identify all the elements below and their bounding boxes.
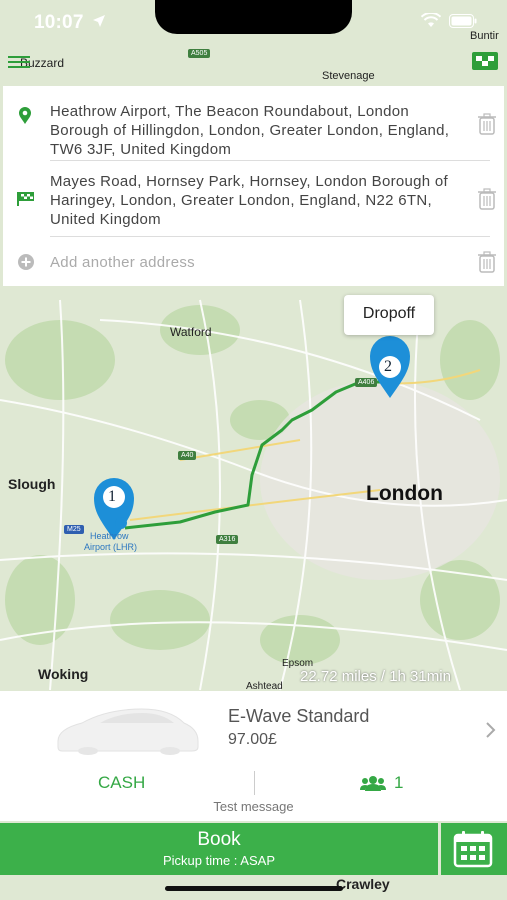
- separator: [50, 160, 490, 161]
- add-address-row[interactable]: Add another address: [3, 244, 504, 280]
- pickup-marker-number: 1: [108, 488, 116, 505]
- dropoff-address-row[interactable]: Mayes Road, Hornsey Park, Hornsey, Londo…: [3, 170, 504, 230]
- map-label-stevenage: Stevenage: [322, 70, 375, 82]
- book-button[interactable]: Book Pickup time : ASAP: [0, 823, 438, 875]
- status-time: 10:07: [34, 12, 84, 33]
- booking-panel: E-Wave Standard 97.00£ CASH 1 Test messa…: [0, 691, 507, 821]
- battery-icon: [449, 13, 477, 28]
- chevron-right-icon[interactable]: [484, 721, 496, 739]
- driver-message[interactable]: Test message: [0, 799, 507, 814]
- car-image: [57, 708, 199, 755]
- road-m25: M25: [64, 525, 84, 534]
- payment-method[interactable]: CASH: [98, 773, 145, 793]
- delete-dropoff-trash-icon[interactable]: [477, 188, 497, 210]
- vehicle-price: 97.00£: [228, 731, 277, 748]
- map-label-watford: Watford: [170, 325, 212, 339]
- location-pin-icon: [19, 107, 31, 124]
- map-label-crawley: Crawley: [336, 876, 390, 892]
- book-button-label: Book: [197, 829, 241, 850]
- pickup-address-row[interactable]: Heathrow Airport, The Beacon Roundabout,…: [3, 94, 504, 158]
- passenger-selector[interactable]: 1: [360, 773, 403, 793]
- route-finish-icon[interactable]: [472, 52, 498, 70]
- schedule-button[interactable]: [441, 823, 507, 875]
- map-label-london: London: [366, 482, 443, 505]
- delete-pickup-trash-icon[interactable]: [477, 113, 497, 135]
- location-arrow-icon: [93, 15, 105, 27]
- delete-extra-trash-icon[interactable]: [477, 251, 497, 273]
- home-indicator: [165, 886, 343, 891]
- route-distance: 22.72 miles / 1h 31min: [300, 668, 451, 685]
- map-label-heathrow-airport: Airport (LHR): [84, 542, 138, 552]
- system-icons: [421, 13, 477, 28]
- dropoff-marker-number: 2: [384, 358, 392, 375]
- dropoff-address-text: Mayes Road, Hornsey Park, Hornsey, Londo…: [50, 173, 449, 228]
- dropoff-tooltip: Dropoff: [344, 295, 434, 335]
- menu-icon[interactable]: [8, 55, 30, 69]
- vehicle-selector[interactable]: E-Wave Standard 97.00£: [0, 691, 507, 761]
- dropoff-tooltip-label: Dropoff: [362, 305, 416, 322]
- passengers-icon: [360, 776, 386, 791]
- road-a406: A406: [355, 378, 378, 387]
- road-a40: A40: [178, 451, 197, 460]
- status-bar: 10:07: [0, 0, 507, 46]
- finish-flag-icon: [17, 192, 34, 206]
- pickup-time: Pickup time : ASAP: [163, 853, 275, 868]
- wifi-icon: [421, 13, 441, 27]
- add-address-placeholder[interactable]: Add another address: [50, 253, 470, 272]
- vehicle-name: E-Wave Standard: [228, 706, 370, 726]
- add-circle-icon: [18, 254, 34, 270]
- divider: [254, 771, 255, 795]
- pickup-address-text: Heathrow Airport, The Beacon Roundabout,…: [50, 103, 450, 158]
- map-label-slough: Slough: [8, 476, 56, 492]
- road-a505: A505: [188, 49, 211, 58]
- address-panel: Heathrow Airport, The Beacon Roundabout,…: [3, 86, 504, 286]
- passenger-count: 1: [394, 773, 404, 792]
- separator: [50, 236, 490, 237]
- map-label-heathrow: Heathrow: [90, 531, 129, 541]
- calendar-icon: [453, 831, 493, 868]
- map-label-woking: Woking: [38, 666, 89, 682]
- road-a316: A316: [216, 535, 239, 544]
- notch: [155, 0, 352, 34]
